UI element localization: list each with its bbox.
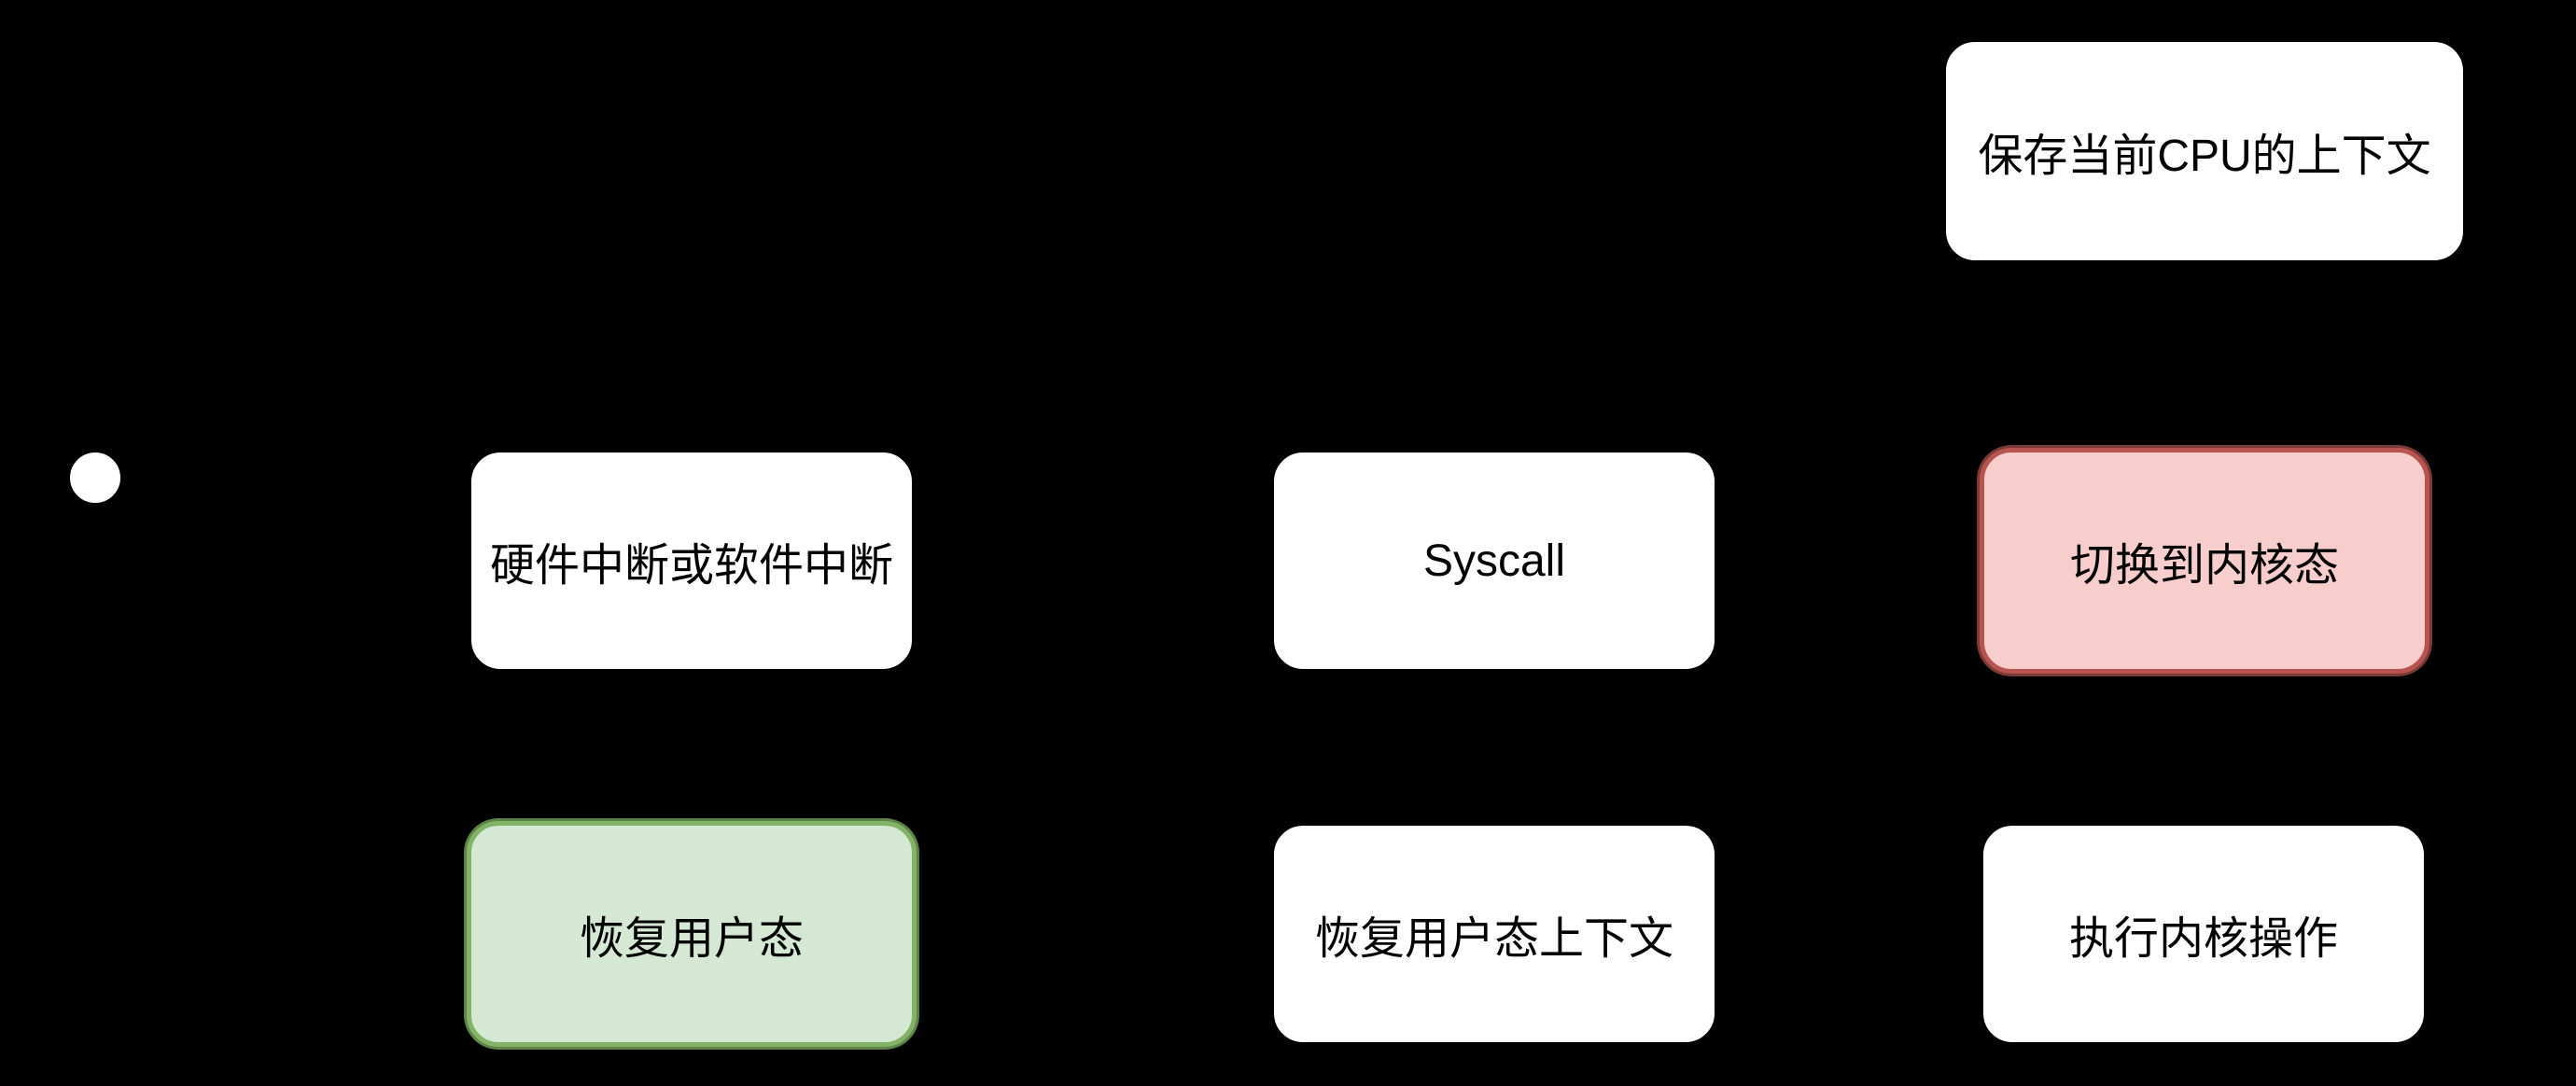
node-syscall[interactable]: Syscall — [1271, 450, 1717, 672]
node-exec-kernel-op-label: 执行内核操作 — [2068, 914, 2338, 964]
node-interrupt-label: 硬件中断或软件中断 — [489, 541, 893, 591]
node-restore-user-mode-label: 恢复用户态 — [579, 914, 804, 964]
node-restore-user-context-label: 恢复用户态上下文 — [1314, 914, 1673, 964]
node-save-cpu-context[interactable]: 保存当前CPU的上下文 — [1943, 39, 2466, 263]
node-restore-user-mode[interactable]: 恢复用户态 — [467, 821, 917, 1047]
node-syscall-label: Syscall — [1422, 536, 1566, 586]
node-exec-kernel-op[interactable]: 执行内核操作 — [1981, 823, 2427, 1045]
node-interrupt[interactable]: 硬件中断或软件中断 — [469, 450, 915, 672]
edge-start-to-interrupt — [122, 476, 469, 562]
node-switch-kernel-mode-label: 切换到内核态 — [2069, 541, 2339, 591]
node-switch-kernel-mode[interactable]: 切换到内核态 — [1980, 448, 2429, 674]
node-save-cpu-context-label: 保存当前CPU的上下文 — [1978, 132, 2431, 181]
node-restore-user-context[interactable]: 恢复用户态上下文 — [1271, 823, 1717, 1045]
